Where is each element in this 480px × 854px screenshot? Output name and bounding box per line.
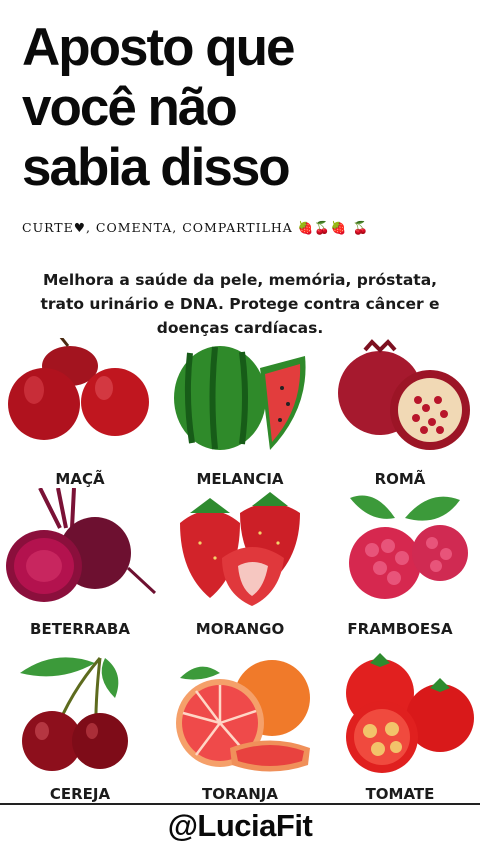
- fruit-label: TOMATE: [365, 785, 435, 803]
- raspberry-icon: [349, 495, 468, 599]
- social-prompt: CURTE♥, COMENTA, COMPARTILHA 🍓🍒🍓 🍒: [22, 219, 462, 237]
- beet-icon: [6, 488, 157, 602]
- divider: [0, 803, 480, 805]
- fruit-card-beterraba: BETERRABA: [0, 488, 160, 638]
- fruit-label: TORANJA: [202, 785, 278, 803]
- fruit-label: CEREJA: [49, 785, 111, 803]
- fruit-label: ROMÃ: [374, 470, 426, 488]
- author-handle: @LuciaFit: [167, 808, 313, 843]
- fruit-card-cereja: CEREJA: [0, 653, 160, 803]
- strawberry-icon: [180, 492, 300, 606]
- apple-icon: [8, 338, 149, 440]
- fruit-card-toranja: TORANJA: [160, 653, 320, 803]
- fruit-card-roma: ROMÃ: [320, 338, 480, 488]
- headline: Aposto que você não sabia disso: [22, 18, 462, 198]
- fruit-label: MORANGO: [195, 620, 285, 638]
- tomato-icon: [346, 653, 474, 773]
- pomegranate-icon: [338, 339, 470, 450]
- fruit-card-morango: MORANGO: [160, 488, 320, 638]
- cherry-icon: [20, 657, 128, 771]
- fruit-card-melancia: MELANCIA: [160, 338, 320, 488]
- grapefruit-icon: [176, 660, 310, 772]
- fruit-label: MELANCIA: [196, 470, 284, 488]
- fruit-card-framboesa: FRAMBOESA: [320, 488, 480, 638]
- fruit-label: FRAMBOESA: [347, 620, 453, 638]
- watermelon-icon: [174, 346, 306, 450]
- intro-text: Melhora a saúde da pele, memória, prósta…: [40, 271, 440, 337]
- headline-line-1: Aposto que: [22, 18, 295, 77]
- fruit-emoji: 🍓🍒🍓 🍒: [297, 220, 370, 235]
- fruit-label: MAÇÃ: [55, 470, 105, 488]
- headline-line-2: você não: [22, 78, 238, 137]
- headline-line-3: sabia disso: [22, 138, 291, 197]
- social-text: CURTE♥, COMENTA, COMPARTILHA: [22, 220, 293, 235]
- fruit-card-tomate: TOMATE: [320, 653, 480, 803]
- fruit-label: BETERRABA: [30, 620, 130, 638]
- fruit-card-maca: MAÇÃ: [0, 338, 160, 488]
